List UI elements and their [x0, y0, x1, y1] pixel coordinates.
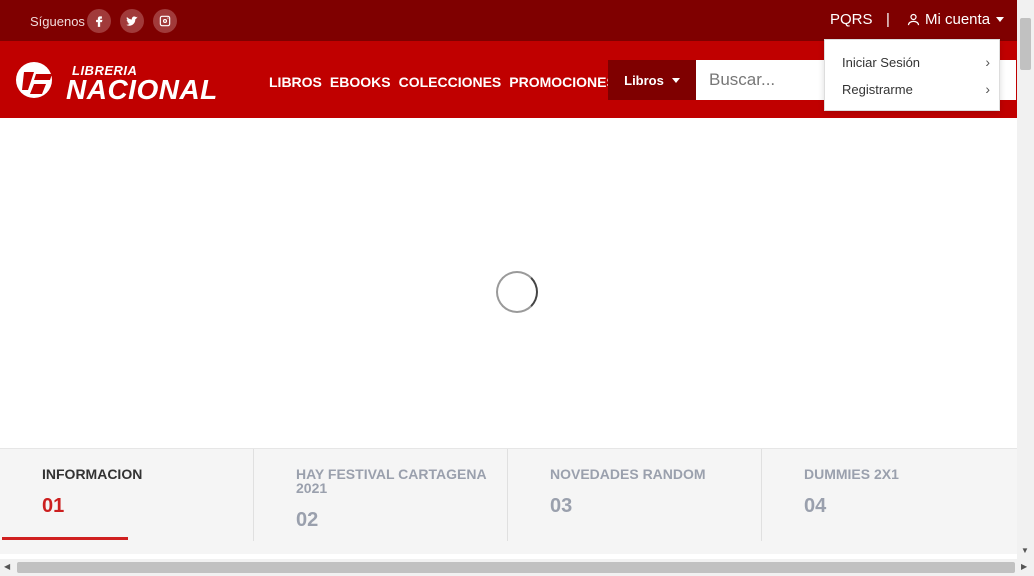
tab-number: 03: [550, 495, 573, 517]
carousel-tabs: INFORMACION 01 HAY FESTIVAL CARTAGENA 20…: [0, 448, 1017, 554]
nav-item-ebooks[interactable]: EBOOKS: [330, 74, 391, 90]
separator: |: [886, 11, 890, 28]
chevron-right-icon: ›: [985, 81, 990, 97]
login-label: Iniciar Sesión: [842, 54, 921, 70]
tab-number: 02: [296, 509, 319, 531]
account-dropdown: Iniciar Sesión › Registrarme ›: [824, 39, 1000, 111]
tab-title: DUMMIES 2X1: [804, 466, 899, 482]
vertical-scroll-thumb[interactable]: [1020, 18, 1031, 70]
twitter-link[interactable]: [120, 9, 144, 33]
account-menu-toggle[interactable]: Mi cuenta: [906, 11, 1005, 28]
account-label: Mi cuenta: [925, 11, 991, 28]
nav-item-libros[interactable]: LIBROS: [269, 74, 322, 90]
tab-dummies[interactable]: DUMMIES 2X1 04: [762, 449, 1016, 541]
instagram-icon: [159, 15, 171, 27]
twitter-icon: [126, 16, 138, 26]
user-icon: [907, 13, 920, 26]
caret-down-icon: [671, 77, 680, 83]
horizontal-scrollbar[interactable]: ◀ ▶: [0, 559, 1034, 576]
follow-label: Síguenos: [30, 14, 85, 29]
facebook-icon: [96, 16, 103, 27]
logo-big-text: NACIONAL: [66, 74, 218, 105]
tab-title: NOVEDADES RANDOM: [550, 466, 706, 482]
register-menu-item[interactable]: Registrarme ›: [842, 81, 990, 97]
top-bar: Síguenos PQRS | Mi cuenta: [0, 0, 1017, 41]
loading-spinner-icon: [496, 271, 538, 313]
pqrs-link[interactable]: PQRS: [830, 11, 873, 28]
logo-mark-icon: [14, 60, 68, 100]
vertical-scrollbar[interactable]: ▼: [1017, 0, 1034, 559]
scroll-down-arrow-icon[interactable]: ▼: [1021, 546, 1029, 555]
active-tab-indicator: [2, 537, 128, 540]
nav-item-promociones[interactable]: PROMOCIONES: [509, 74, 616, 90]
nav-item-colecciones[interactable]: COLECCIONES: [399, 74, 502, 90]
facebook-link[interactable]: [87, 9, 111, 33]
tab-title: HAY FESTIVAL CARTAGENA 2021: [296, 466, 487, 496]
tab-novedades-random[interactable]: NOVEDADES RANDOM 03: [508, 449, 762, 541]
store-logo[interactable]: LIBRERIA NACIONAL: [14, 60, 217, 104]
scroll-left-arrow-icon[interactable]: ◀: [4, 562, 10, 571]
tab-hay-festival[interactable]: HAY FESTIVAL CARTAGENA 2021 02: [254, 449, 508, 541]
horizontal-scroll-thumb[interactable]: [17, 562, 1015, 573]
tab-number: 01: [42, 495, 65, 517]
tab-title: INFORMACION: [42, 466, 143, 482]
main-nav: LIBROS EBOOKS COLECCIONES PROMOCIONES BO: [269, 74, 645, 90]
category-select[interactable]: Libros: [608, 60, 696, 100]
tab-informacion[interactable]: INFORMACION 01: [0, 449, 254, 541]
login-menu-item[interactable]: Iniciar Sesión ›: [842, 54, 990, 70]
caret-down-icon: [996, 17, 1005, 22]
register-label: Registrarme: [842, 81, 913, 97]
chevron-right-icon: ›: [985, 54, 990, 70]
category-select-label: Libros: [624, 72, 664, 88]
instagram-link[interactable]: [153, 9, 177, 33]
scroll-right-arrow-icon[interactable]: ▶: [1021, 562, 1027, 571]
tab-number: 04: [804, 495, 827, 517]
